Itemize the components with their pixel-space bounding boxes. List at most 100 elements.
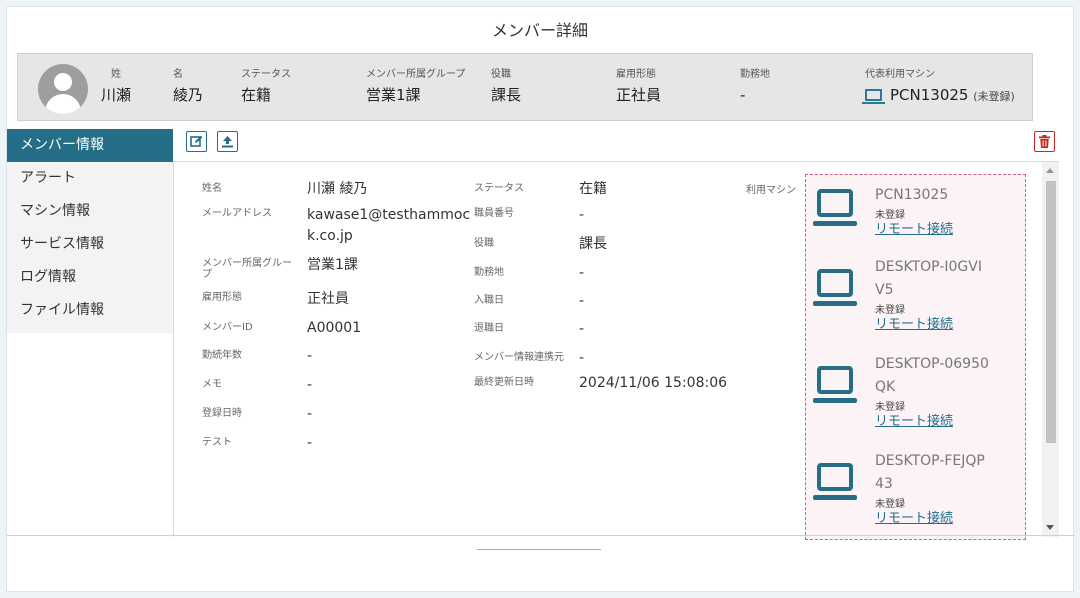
field-value-position: 課長 [579,236,607,252]
summary-machine-value: PCN13025 [890,86,969,104]
field-label-sync-source: メンバー情報連携元 [474,352,564,363]
laptop-icon [862,89,885,104]
field-label-email: メールアドレス [202,208,272,219]
field-value-status: 在籍 [579,181,607,197]
member-detail-window: メンバー詳細 姓 川瀬 名 綾乃 ステータス 在籍 メンバー所属グループ 営業1… [6,6,1075,592]
machine-list: PCN13025 未登録 リモート接続 DESKTOP-I0GVI V5 未登録… [805,174,1026,540]
upload-icon [222,136,233,148]
panel-bottom-divider [7,535,1075,536]
summary-status-value: 在籍 [241,86,272,104]
machine-name-cont: 43 [875,476,893,492]
summary-location: 勤務地 - [740,68,770,106]
summary-first-name-label: 名 [173,69,183,80]
field-label-leave-date: 退職日 [474,323,504,334]
field-label-memo: メモ [202,379,222,390]
sidebar-item-alerts[interactable]: アラート [7,162,173,195]
field-value-group: 営業1課 [307,257,358,273]
scroll-up-arrow-icon[interactable] [1046,168,1054,173]
field-value-updated-at: 2024/11/06 15:08:06 [579,375,728,391]
summary-position: 役職 課長 [491,68,521,106]
field-label-machines: 利用マシン [746,185,796,196]
field-value-member-id: A00001 [307,320,362,336]
field-value-employment: 正社員 [307,291,349,307]
avatar-head-shape [54,73,72,91]
summary-employment-value: 正社員 [616,86,662,104]
machine-name: DESKTOP-FEJQP [875,453,985,469]
remote-connect-link[interactable]: リモート接続 [875,221,953,239]
field-label-test: テスト [202,437,232,448]
delete-button[interactable] [1034,131,1055,152]
machine-name-cont: V5 [875,282,894,298]
field-value-location: - [579,265,585,281]
field-value-years: - [307,348,313,364]
summary-position-value: 課長 [491,86,522,104]
field-label-staff-number: 職員番号 [474,208,514,219]
laptop-icon [813,269,857,306]
summary-group-label: メンバー所属グループ [366,69,466,80]
scrollbar-thumb[interactable] [1046,181,1056,443]
summary-employment: 雇用形態 正社員 [616,68,661,106]
summary-first-name-value: 綾乃 [173,86,204,104]
field-value-sync-source: - [579,350,585,366]
summary-location-label: 勤務地 [740,69,770,80]
summary-status: ステータス 在籍 [241,68,291,106]
panel-scrollbar[interactable] [1042,162,1059,537]
field-label-hire-date: 入職日 [474,295,504,306]
remote-connect-link[interactable]: リモート接続 [875,316,953,334]
summary-last-name-value: 川瀬 [101,86,132,104]
field-value-leave-date: - [579,321,585,337]
field-label-position: 役職 [474,238,494,249]
summary-status-label: ステータス [241,69,291,80]
field-label-years: 勤続年数 [202,350,242,361]
field-value-registered-at: - [307,406,313,422]
field-label-member-id: メンバーID [202,322,253,333]
summary-employment-label: 雇用形態 [616,69,656,80]
field-value-memo: - [307,377,313,393]
summary-position-label: 役職 [491,69,511,80]
machine-name-cont: QK [875,379,896,395]
field-label-employment: 雇用形態 [202,292,242,303]
page-title: メンバー詳細 [491,21,588,40]
scroll-down-arrow-icon[interactable] [1046,525,1054,530]
field-label-group-cont: プ [202,269,212,280]
edit-icon [190,135,203,147]
sidebar-item-file-info[interactable]: ファイル情報 [7,294,173,327]
upload-button[interactable] [217,131,238,152]
field-label-updated-at: 最終更新日時 [474,377,534,388]
laptop-icon [813,366,857,403]
summary-machine-label: 代表利用マシン [865,69,935,80]
field-value-hire-date: - [579,293,585,309]
field-value-staff-number: - [579,207,585,223]
edit-button[interactable] [186,131,207,152]
field-label-group: メンバー所属グルー [202,258,292,269]
field-label-registered-at: 登録日時 [202,408,242,419]
avatar [38,64,88,114]
machine-name: DESKTOP-06950 [875,356,989,372]
summary-last-name-label: 姓 [111,69,121,80]
horizontal-scroll-indicator[interactable] [477,549,601,550]
field-label-location: 勤務地 [474,267,504,278]
summary-first-name: 名 綾乃 [173,68,203,106]
laptop-icon [813,463,857,500]
field-label-full-name: 姓名 [202,183,222,194]
sidebar-item-service-info[interactable]: サービス情報 [7,228,173,261]
remote-connect-link[interactable]: リモート接続 [875,413,953,431]
remote-connect-link[interactable]: リモート接続 [875,510,953,528]
summary-last-name: 姓 川瀬 [101,68,131,106]
summary-group: メンバー所属グループ 営業1課 [366,68,465,106]
field-label-status: ステータス [474,183,524,194]
field-value-email: kawase1@testhammoc [307,207,471,223]
summary-machine-value-row: PCN13025 (未登録) [862,84,1015,108]
member-detail-panel: 姓名 川瀬 綾乃 メールアドレス kawase1@testhammoc k.co… [173,161,1059,540]
sidebar-item-machine-info[interactable]: マシン情報 [7,195,173,228]
summary-location-value: - [740,86,746,104]
field-value-email-cont: k.co.jp [307,228,353,244]
sidebar-item-log-info[interactable]: ログ情報 [7,261,173,294]
sidebar: メンバー情報 アラート マシン情報 サービス情報 ログ情報 ファイル情報 [7,129,173,333]
machine-name: PCN13025 [875,187,949,203]
sidebar-item-member-info[interactable]: メンバー情報 [7,129,173,162]
member-summary-bar: 姓 川瀬 名 綾乃 ステータス 在籍 メンバー所属グループ 営業1課 役職 課長… [17,53,1033,121]
summary-machine-note: (未登録) [973,90,1015,103]
summary-machine: 代表利用マシン PCN13025 (未登録) [862,68,1015,108]
field-value-full-name: 川瀬 綾乃 [307,181,368,197]
